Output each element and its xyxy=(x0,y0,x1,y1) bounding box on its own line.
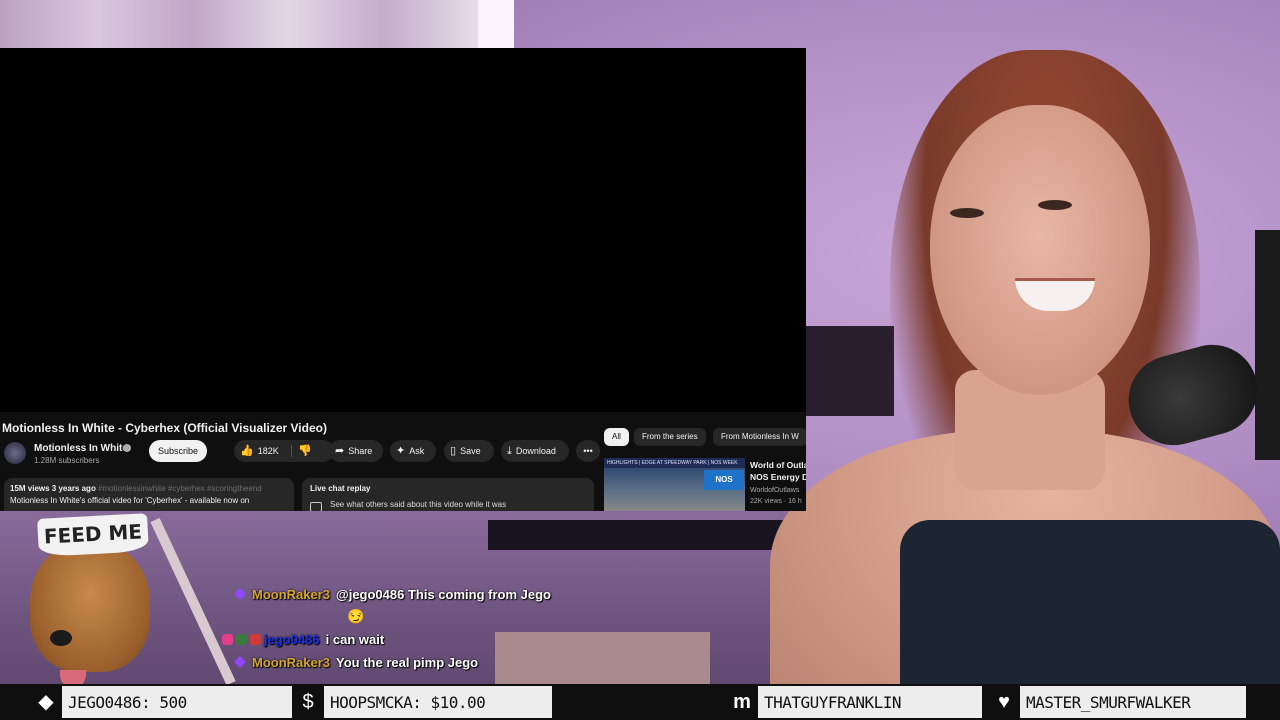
chip-all[interactable]: All xyxy=(604,428,629,446)
bookmark-icon: ▯ xyxy=(450,445,457,457)
download-label: Download xyxy=(515,446,556,456)
latest-sub-text: MASTER_SMURFWALKER xyxy=(1026,693,1191,712)
description-meta: 15M views 3 years ago #motionlessinwhite… xyxy=(10,484,262,493)
chat-username: MoonRaker3 xyxy=(252,655,331,670)
dollar-icon: $ xyxy=(292,686,324,718)
live-chat-title: Live chat replay xyxy=(310,484,371,493)
like-button[interactable]: 👍 182K 👎 xyxy=(234,440,334,462)
view-stats: 15M views 3 years ago xyxy=(10,484,96,493)
chat-text: @jego0486 This coming from Jego xyxy=(336,587,551,602)
diamond-icon: ◆ xyxy=(30,686,62,718)
latest-donation-text: HOOPSMCKA: $10.00 xyxy=(330,693,486,712)
download-button[interactable]: ⤓ Download xyxy=(501,440,569,462)
channel-name[interactable]: Motionless In White xyxy=(34,443,128,454)
recommendation-title[interactable]: World of Outlaw NOS Energy Dr xyxy=(750,459,806,483)
download-icon: ⤓ xyxy=(507,445,512,457)
mic-arm xyxy=(1255,230,1280,460)
heart-icon: ♥ xyxy=(988,686,1020,718)
hashtags[interactable]: #motionlessinwhite #cyberhex #scoringthe… xyxy=(98,484,262,493)
chip-from-series[interactable]: From the series xyxy=(634,428,706,446)
nos-logo: NOS xyxy=(704,470,744,490)
latest-follower-slot: m THATGUYFRANKLIN xyxy=(726,686,982,718)
shelf xyxy=(488,520,788,550)
video-player[interactable] xyxy=(0,48,806,412)
save-button[interactable]: ▯ Save xyxy=(444,440,494,462)
thumbs-down-icon[interactable]: 👎 xyxy=(298,440,312,462)
recommendation-channel: WorldofOutlaws xyxy=(750,487,800,494)
share-label: Share xyxy=(348,446,373,456)
chat-message: MoonRaker3 You the real pimp Jego xyxy=(234,655,478,670)
latest-follower-text: THATGUYFRANKLIN xyxy=(764,693,902,712)
share-button[interactable]: ➦ Share xyxy=(329,440,383,462)
description-box[interactable]: 15M views 3 years ago #motionlessinwhite… xyxy=(4,478,294,511)
like-count: 182K xyxy=(257,446,279,456)
streamer-face xyxy=(930,105,1150,395)
emote-icon: 😏 xyxy=(347,608,365,624)
sub-badge-icon xyxy=(234,656,246,668)
more-button[interactable]: ••• xyxy=(576,440,600,462)
chat-message: jego0486 i can wait xyxy=(222,632,384,647)
description-text: Motionless In White's official video for… xyxy=(10,496,250,505)
live-chat-subtitle: See what others said about this video wh… xyxy=(330,500,507,509)
chat-username: MoonRaker3 xyxy=(252,587,331,602)
chat-username: jego0486 xyxy=(264,632,320,647)
youtube-window: Motionless In White - Cyberhex (Official… xyxy=(0,48,806,511)
subscribe-button[interactable]: Subscribe xyxy=(149,440,207,462)
latest-donation-slot: $ HOOPSMCKA: $10.00 xyxy=(292,686,552,718)
ask-button[interactable]: ✦ Ask xyxy=(390,440,436,462)
sub-badge-icon xyxy=(234,588,246,600)
thumbs-up-icon: 👍 xyxy=(240,445,254,457)
badge-icon xyxy=(222,634,233,645)
streamer-eye xyxy=(1038,200,1072,210)
live-chat-replay[interactable]: Live chat replay See what others said ab… xyxy=(302,478,594,511)
chip-from-channel[interactable]: From Motionless In W xyxy=(713,428,806,446)
ask-label: Ask xyxy=(409,446,425,456)
latest-cheer-text: JEGO0486: 500 xyxy=(68,693,187,712)
channel-row: Motionless In White 1.28M subscribers Su… xyxy=(4,440,604,466)
chat-icon xyxy=(310,502,322,511)
dog-nose xyxy=(50,630,72,646)
cardboard-box xyxy=(495,632,710,692)
window-light xyxy=(478,0,514,48)
verified-icon xyxy=(123,444,131,452)
latest-sub-slot: ♥ MASTER_SMURFWALKER xyxy=(988,686,1246,718)
streamer-eye xyxy=(950,208,984,218)
thumbnail-caption: HIGHLIGHTS | EDGE AT SPEEDWAY PARK | NOS… xyxy=(604,458,745,468)
subscriber-count: 1.28M subscribers xyxy=(34,456,100,465)
recommendation-thumbnail[interactable]: HIGHLIGHTS | EDGE AT SPEEDWAY PARK | NOS… xyxy=(604,458,745,511)
video-title: Motionless In White - Cyberhex (Official… xyxy=(2,421,327,435)
latest-cheer-slot: ◆ JEGO0486: 500 xyxy=(30,686,292,718)
dog-head xyxy=(30,542,150,688)
divider xyxy=(291,445,292,457)
recommendation-title-line1: World of Outlaw xyxy=(750,460,806,470)
sparkle-icon: ✦ xyxy=(396,445,406,457)
channel-avatar[interactable] xyxy=(4,442,26,464)
chat-message: MoonRaker3 @jego0486 This coming from Jeg… xyxy=(234,587,551,602)
recommendation-meta: WorldofOutlaws 22K views · 16 h xyxy=(750,485,802,507)
chat-text: i can wait xyxy=(325,632,385,647)
recommendation-title-line2: NOS Energy Dr xyxy=(750,472,806,482)
feed-me-dog-overlay: FEED ME xyxy=(10,512,160,688)
heart-badge-icon xyxy=(250,634,261,645)
save-label: Save xyxy=(460,446,481,456)
share-icon: ➦ xyxy=(335,445,345,457)
recommendation-stats: 22K views · 16 h xyxy=(750,498,802,505)
feed-me-hat: FEED ME xyxy=(37,513,149,557)
badge-icon xyxy=(236,634,247,645)
chat-text: You the real pimp Jego xyxy=(336,655,479,670)
m-icon: m xyxy=(726,686,758,718)
